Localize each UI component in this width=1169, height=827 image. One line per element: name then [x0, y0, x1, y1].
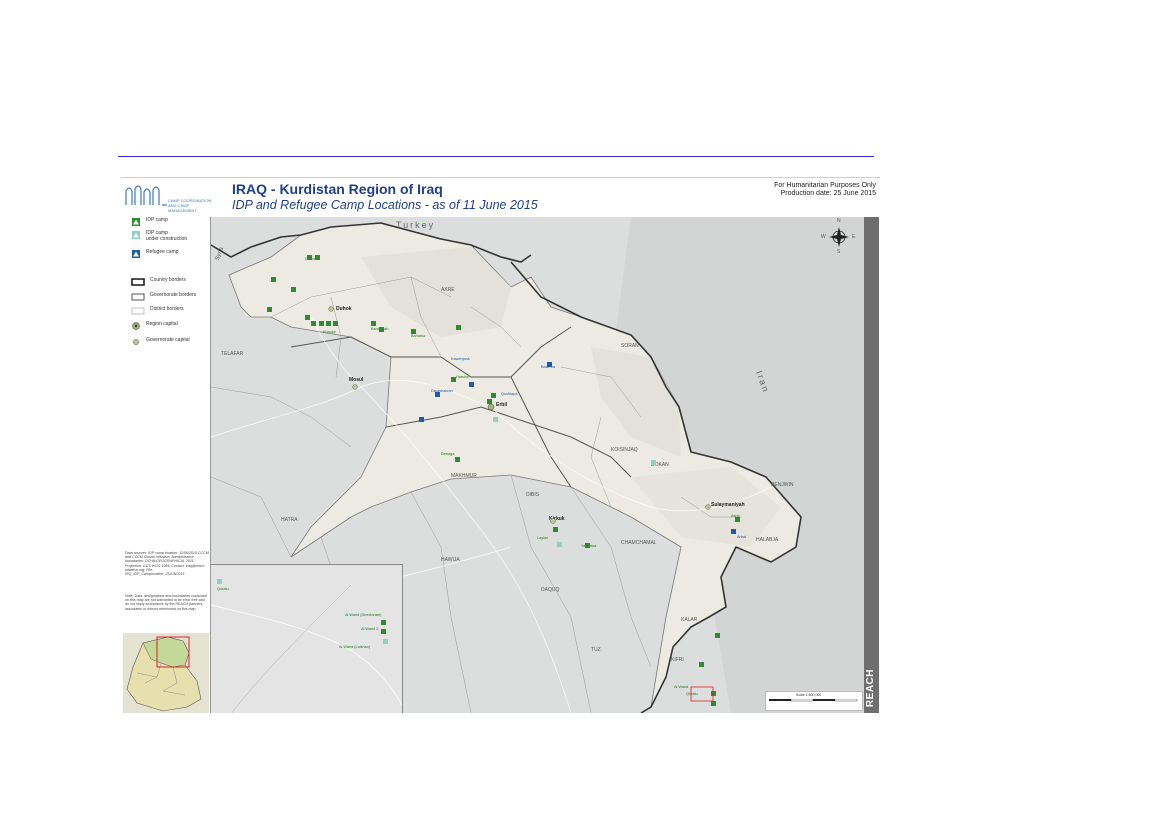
district-border-icon: [131, 307, 145, 315]
governorate-capital-icon: [133, 339, 139, 345]
purpose-note: For Humanitarian Purposes Only Productio…: [774, 182, 876, 198]
region-capital-icon: [132, 322, 140, 330]
idp-construction-icons: [493, 417, 656, 547]
legend-label: IDP camp under construction: [146, 230, 188, 242]
legend-governorate-borders: Governorate borders: [131, 292, 197, 301]
main-map: N S W E Turkey Iran Syria Duhok Mosul Er…: [210, 217, 865, 713]
logo-text: CAMP COORDINATION AND CAMP MANAGEMENT: [168, 198, 212, 213]
legend-idp-construction: IDP camp under construction: [131, 230, 188, 242]
scale-text: Scale 1:800,000: [796, 693, 822, 697]
governorate-border-icon: [131, 293, 145, 301]
legend-refugee-camp: Refugee camp: [131, 249, 179, 258]
legend-label: Governorate borders: [150, 292, 197, 298]
legend-region-capital: Region capital: [131, 321, 178, 330]
inset-label-a: Al Wand (Directorate): [345, 613, 382, 617]
legend-label: Governorate capital: [146, 337, 190, 343]
legend-label: Refugee camp: [146, 249, 179, 255]
production-date: Production date: 25 June 2015: [780, 190, 876, 197]
map-subtitle: IDP and Refugee Camp Locations - as of 1…: [232, 198, 538, 212]
legend-label: Region capital: [146, 321, 178, 327]
overview-map: [123, 633, 209, 713]
country-border-icon: [131, 278, 145, 286]
legend-idp-camp: IDP camp: [131, 217, 168, 226]
data-sources: Data sources: IDP camp location: 11/06/2…: [125, 551, 209, 577]
idp-construction-icon: [132, 231, 140, 239]
reach-logo: REACH: [865, 668, 876, 707]
idp-camp-icon: [132, 218, 140, 226]
refugee-camp-icons: [419, 362, 736, 534]
reach-sidebar: REACH: [864, 217, 879, 713]
legend-label: District borders: [150, 306, 184, 312]
inset-label-d: Qoratu: [217, 587, 229, 591]
map-title: IRAQ - Kurdistan Region of Iraq: [232, 181, 443, 197]
refugee-camp-icon: [132, 250, 140, 258]
inset-label-c: Al Wand (Lalshan): [339, 645, 371, 649]
inset-extent-box: [690, 686, 714, 702]
inset-map: Al Wand (Directorate) Al Wand 2 Al Wand …: [211, 564, 403, 713]
map-sheet: CAMP COORDINATION AND CAMP MANAGEMENT IR…: [121, 177, 880, 714]
legend-label: Country borders: [150, 277, 186, 283]
scale-bar: Scale 1:800,000: [765, 691, 863, 711]
legend-country-borders: Country borders: [131, 277, 186, 286]
legend-label: IDP camp: [146, 217, 168, 223]
disclaimer: Note: Data, designations and boundaries …: [125, 594, 207, 611]
purpose-text: For Humanitarian Purposes Only: [774, 182, 876, 189]
inset-label-b: Al Wand 2: [361, 627, 379, 631]
top-rule: [118, 156, 874, 157]
inset-canvas: [211, 579, 402, 713]
legend-governorate-capital: Governorate capital: [131, 337, 190, 346]
scale-ruler: [769, 699, 858, 702]
legend-district-borders: District borders: [131, 306, 184, 315]
governorate-capital-icons: [328, 306, 711, 524]
region-capital-icon: [487, 403, 495, 411]
